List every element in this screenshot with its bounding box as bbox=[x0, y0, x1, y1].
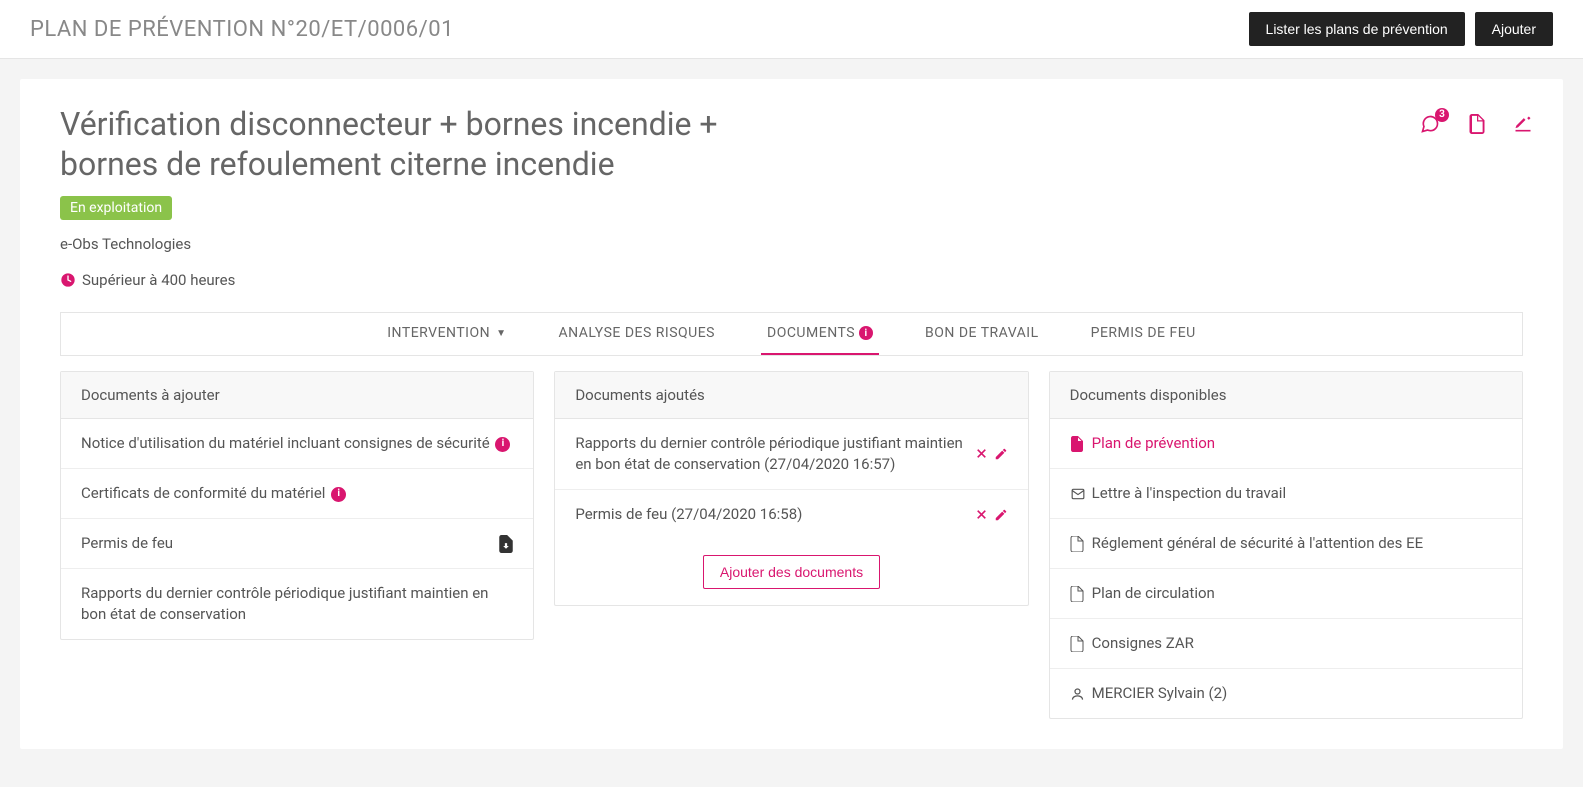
tab-work-order[interactable]: BON DE TRAVAIL bbox=[919, 313, 1045, 355]
topbar: PLAN DE PRÉVENTION N°20/ET/0006/01 Liste… bbox=[0, 0, 1583, 59]
list-item[interactable]: Permis de feu bbox=[61, 519, 533, 569]
list-item: Permis de feu (27/04/2020 16:58) bbox=[555, 490, 1027, 539]
mail-icon bbox=[1070, 487, 1084, 501]
doc-link: Réglement général de sécurité à l'attent… bbox=[1070, 533, 1423, 554]
info-icon: i bbox=[859, 326, 873, 340]
item-label: Permis de feu bbox=[81, 533, 489, 554]
duration-row: Supérieur à 400 heures bbox=[20, 271, 1563, 297]
file-icon bbox=[1070, 636, 1084, 652]
row-actions bbox=[975, 508, 1008, 522]
header-action-icons: 3 bbox=[1419, 104, 1533, 134]
panel-header: Documents à ajouter bbox=[61, 372, 533, 419]
tab-fire-permit[interactable]: PERMIS DE FEU bbox=[1085, 313, 1202, 355]
list-item[interactable]: Rapports du dernier contrôle périodique … bbox=[61, 569, 533, 639]
panel-docs-added: Documents ajoutés Rapports du dernier co… bbox=[554, 371, 1028, 606]
delete-icon[interactable] bbox=[975, 508, 988, 522]
info-icon: i bbox=[495, 437, 510, 452]
row-actions bbox=[975, 447, 1008, 461]
clock-icon bbox=[60, 272, 76, 288]
doc-link: Plan de prévention bbox=[1070, 433, 1215, 454]
list-item[interactable]: Réglement général de sécurité à l'attent… bbox=[1050, 519, 1522, 569]
duration-text: Supérieur à 400 heures bbox=[82, 271, 235, 289]
list-item[interactable]: Notice d'utilisation du matériel incluan… bbox=[61, 419, 533, 469]
main-card: Vérification disconnecteur + bornes ince… bbox=[20, 79, 1563, 749]
tab-bar: INTERVENTION▼ ANALYSE DES RISQUES DOCUME… bbox=[60, 312, 1523, 356]
tab-documents[interactable]: DOCUMENTS i bbox=[761, 313, 879, 355]
item-label: Certificats de conformité du matériel i bbox=[81, 483, 513, 504]
tab-risks[interactable]: ANALYSE DES RISQUES bbox=[553, 313, 721, 355]
comments-icon[interactable]: 3 bbox=[1419, 114, 1441, 134]
file-icon bbox=[1070, 536, 1084, 552]
item-label: Rapports du dernier contrôle périodique … bbox=[81, 583, 513, 625]
item-label: Réglement général de sécurité à l'attent… bbox=[1092, 533, 1423, 554]
item-label: Consignes ZAR bbox=[1092, 633, 1194, 654]
list-item[interactable]: Lettre à l'inspection du travail bbox=[1050, 469, 1522, 519]
tab-intervention[interactable]: INTERVENTION▼ bbox=[381, 313, 512, 355]
doc-link: Consignes ZAR bbox=[1070, 633, 1194, 654]
item-label: MERCIER Sylvain (2) bbox=[1092, 683, 1228, 704]
company-name: e-Obs Technologies bbox=[20, 235, 1563, 253]
panel-header: Documents disponibles bbox=[1050, 372, 1522, 419]
comments-count-badge: 3 bbox=[1435, 108, 1449, 122]
panel-header: Documents ajoutés bbox=[555, 372, 1027, 419]
item-label: Plan de circulation bbox=[1092, 583, 1215, 604]
caret-down-icon: ▼ bbox=[496, 328, 506, 339]
doc-link: MERCIER Sylvain (2) bbox=[1070, 683, 1228, 704]
delete-icon[interactable] bbox=[975, 447, 988, 461]
item-label: Plan de prévention bbox=[1092, 433, 1215, 454]
user-icon bbox=[1070, 686, 1084, 702]
doc-link: Lettre à l'inspection du travail bbox=[1070, 483, 1286, 504]
pdf-icon bbox=[1070, 436, 1084, 452]
sign-icon[interactable] bbox=[1513, 114, 1533, 134]
add-documents-button[interactable]: Ajouter des documents bbox=[703, 555, 880, 589]
list-item[interactable]: Consignes ZAR bbox=[1050, 619, 1522, 669]
plan-title: Vérification disconnecteur + bornes ince… bbox=[60, 104, 760, 184]
list-item[interactable]: Plan de circulation bbox=[1050, 569, 1522, 619]
edit-icon[interactable] bbox=[994, 447, 1008, 461]
info-icon: i bbox=[331, 487, 346, 502]
topbar-actions: Lister les plans de prévention Ajouter bbox=[1249, 12, 1553, 46]
page-breadcrumb-title: PLAN DE PRÉVENTION N°20/ET/0006/01 bbox=[30, 17, 454, 42]
panel-docs-available: Documents disponibles Plan de prévention… bbox=[1049, 371, 1523, 719]
item-label: Lettre à l'inspection du travail bbox=[1092, 483, 1286, 504]
panel-docs-to-add: Documents à ajouter Notice d'utilisation… bbox=[60, 371, 534, 640]
item-label: Permis de feu (27/04/2020 16:58) bbox=[575, 504, 964, 525]
list-item[interactable]: MERCIER Sylvain (2) bbox=[1050, 669, 1522, 718]
add-plan-button[interactable]: Ajouter bbox=[1475, 12, 1553, 46]
pdf-export-icon[interactable] bbox=[1469, 114, 1485, 134]
edit-icon[interactable] bbox=[994, 508, 1008, 522]
list-item[interactable]: Certificats de conformité du matériel i bbox=[61, 469, 533, 519]
list-plans-button[interactable]: Lister les plans de prévention bbox=[1249, 12, 1465, 46]
doc-link: Plan de circulation bbox=[1070, 583, 1215, 604]
item-label: Rapports du dernier contrôle périodique … bbox=[575, 433, 964, 475]
item-label: Notice d'utilisation du matériel incluan… bbox=[81, 433, 513, 454]
download-icon[interactable] bbox=[499, 535, 513, 553]
file-icon bbox=[1070, 586, 1084, 602]
list-item[interactable]: Plan de prévention bbox=[1050, 419, 1522, 469]
list-item: Rapports du dernier contrôle périodique … bbox=[555, 419, 1027, 490]
status-badge: En exploitation bbox=[60, 196, 172, 220]
